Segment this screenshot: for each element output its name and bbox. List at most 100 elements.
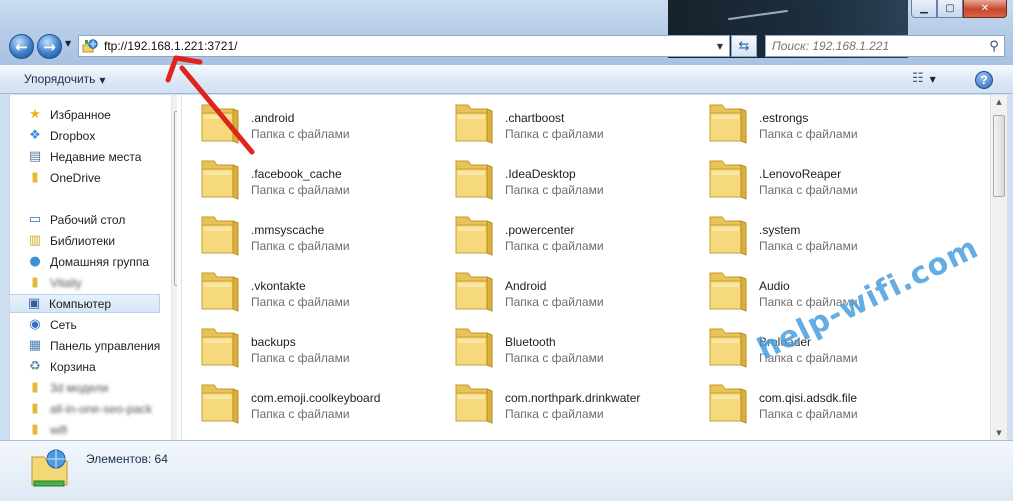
folder-icon: [708, 211, 748, 257]
refresh-icon: ⇆: [738, 38, 750, 54]
folder-icon: [200, 211, 240, 257]
help-icon: ?: [980, 73, 988, 87]
folder-item[interactable]: com.emoji.coolkeyboard Папка с файлами: [182, 375, 432, 425]
sidebar-item-desktop[interactable]: ▭ Рабочий стол: [10, 210, 165, 229]
sidebar-item-computer[interactable]: ▣ Компьютер: [10, 294, 160, 313]
folder-name: .vkontakte: [251, 279, 306, 293]
sidebar-item-favorites[interactable]: ★ Избранное: [10, 105, 165, 124]
change-view-button[interactable]: ☷ ▼: [912, 71, 936, 86]
address-text[interactable]: ftp://192.168.1.221:3721/: [101, 39, 711, 53]
recent-pages-dropdown[interactable]: ▼: [65, 39, 71, 48]
sidebar-item-network[interactable]: ◉ Сеть: [10, 315, 165, 334]
sidebar-item-folder[interactable]: ▮ all-in-one-seo-pack: [10, 399, 165, 418]
file-list-scrollbar[interactable]: ▲ ▼: [990, 95, 1007, 440]
sidebar-item-folder[interactable]: ▮ wifi: [10, 420, 165, 439]
sidebar-item-label: Недавние места: [50, 149, 142, 164]
folder-name: com.qisi.adsdk.file: [759, 391, 858, 405]
folder-item[interactable]: .facebook_cache Папка с файлами: [182, 151, 432, 201]
folder-icon: ▮: [31, 422, 39, 437]
scrollbar-thumb[interactable]: [993, 115, 1005, 197]
scroll-up-icon[interactable]: ▲: [991, 95, 1007, 109]
recycle-bin-icon: ♻: [29, 359, 41, 374]
folder-name: backups: [251, 335, 296, 349]
navigation-bar: ← → ▼ ftp://192.168.1.221:3721/ ▼ ⇆ ⚲: [0, 31, 1013, 61]
help-button[interactable]: ?: [975, 71, 993, 89]
sidebar-item-label: Избранное: [50, 107, 111, 122]
navigation-pane: ★ Избранное ❖ Dropbox ▤ Недавние места ▮…: [9, 95, 177, 440]
maximize-button[interactable]: ▢: [937, 0, 963, 18]
file-list: .android Папка с файлами .chartboost Папка …: [182, 95, 990, 440]
folder-item[interactable]: .estrongs Папка с файлами: [690, 95, 940, 145]
folder-item[interactable]: Bluetooth Папка с файлами: [436, 319, 686, 369]
address-dropdown-icon[interactable]: ▼: [711, 42, 729, 51]
folder-type: Папка с файлами: [251, 183, 350, 197]
sidebar-item-control-panel[interactable]: ▦ Панель управления: [10, 336, 165, 355]
folder-name: .powercenter: [505, 223, 575, 237]
folder-name: com.northpark.drinkwater: [505, 391, 641, 405]
folder-type: Папка с файлами: [759, 127, 858, 141]
forward-arrow-icon: →: [43, 37, 56, 56]
folder-name: .facebook_cache: [251, 167, 342, 181]
folder-item[interactable]: .vkontakte Папка с файлами: [182, 263, 432, 313]
sidebar-item-homegroup[interactable]: ● Домашняя группа: [10, 252, 165, 271]
scroll-down-icon[interactable]: ▼: [991, 426, 1007, 440]
sidebar-item-label: all-in-one-seo-pack: [50, 401, 153, 416]
sidebar-item-recycle-bin[interactable]: ♻ Корзина: [10, 357, 165, 376]
address-bar[interactable]: ftp://192.168.1.221:3721/ ▼: [78, 35, 730, 57]
folder-type: Папка с файлами: [759, 183, 858, 197]
folder-item[interactable]: .powercenter Папка с файлами: [436, 207, 686, 257]
sidebar-item-label: 3d модели: [50, 380, 109, 395]
folder-type: Папка с файлами: [505, 183, 604, 197]
folder-name: .IdeaDesktop: [505, 167, 576, 181]
sidebar-item-user[interactable]: ▮ Vitaliy: [10, 273, 165, 292]
star-icon: ★: [29, 107, 41, 122]
folder-item[interactable]: com.northpark.drinkwater Папка с файлами: [436, 375, 686, 425]
folder-name: .chartboost: [505, 111, 565, 125]
folder-icon: [200, 323, 240, 369]
folder-icon: [454, 99, 494, 145]
folder-item[interactable]: .chartboost Папка с файлами: [436, 95, 686, 145]
folder-icon: [454, 211, 494, 257]
folder-type: Папка с файлами: [251, 295, 350, 309]
organize-label: Упорядочить: [24, 72, 96, 86]
items-count: Элементов: 64: [86, 452, 168, 466]
folder-type: Папка с файлами: [505, 127, 604, 141]
sidebar-item-label: Сеть: [50, 317, 77, 332]
folder-item[interactable]: .IdeaDesktop Папка с файлами: [436, 151, 686, 201]
sidebar-item-label: Панель управления: [50, 338, 161, 353]
folder-icon: ▮: [31, 170, 39, 185]
forward-button[interactable]: →: [37, 34, 62, 59]
folder-name: .mmsyscache: [251, 223, 325, 237]
folder-item[interactable]: .system Папка с файлами: [690, 207, 940, 257]
ftp-location-icon: [31, 449, 68, 487]
back-button[interactable]: ←: [9, 34, 34, 59]
sidebar-item-folder[interactable]: ▮ 3d модели: [10, 378, 165, 397]
organize-menu[interactable]: Упорядочить ▼: [24, 72, 106, 86]
folder-type: Папка с файлами: [505, 407, 604, 421]
details-pane: Элементов: 64: [0, 440, 1013, 501]
folder-icon: ▮: [31, 380, 39, 395]
sidebar-item-dropbox[interactable]: ❖ Dropbox: [10, 126, 165, 145]
folder-name: Audio: [759, 279, 790, 293]
folder-item[interactable]: com.qisi.adsdk.file Папка с файлами: [690, 375, 940, 425]
minimize-button[interactable]: ▁: [911, 0, 937, 18]
search-box[interactable]: ⚲: [765, 35, 1005, 57]
desktop-icon: ▭: [28, 212, 42, 227]
sidebar-item-onedrive[interactable]: ▮ OneDrive: [10, 168, 165, 187]
chevron-down-icon: ▼: [929, 75, 936, 84]
command-bar: Упорядочить ▼ ☷ ▼ ?: [0, 64, 1013, 94]
folder-item[interactable]: backups Папка с файлами: [182, 319, 432, 369]
folder-item[interactable]: .LenovoReaper Папка с файлами: [690, 151, 940, 201]
folder-item[interactable]: .mmsyscache Папка с файлами: [182, 207, 432, 257]
folder-icon: [708, 379, 748, 425]
folder-item[interactable]: Android Папка с файлами: [436, 263, 686, 313]
folder-icon: [708, 323, 748, 369]
sidebar-item-recent-places[interactable]: ▤ Недавние места: [10, 147, 165, 166]
refresh-button[interactable]: ⇆: [731, 35, 757, 57]
search-input[interactable]: [766, 39, 984, 53]
folder-item[interactable]: .android Папка с файлами: [182, 95, 432, 145]
close-button[interactable]: ✕: [963, 0, 1007, 18]
search-icon[interactable]: ⚲: [984, 39, 1004, 54]
folder-icon: [200, 155, 240, 201]
sidebar-item-libraries[interactable]: ▥ Библиотеки: [10, 231, 165, 250]
